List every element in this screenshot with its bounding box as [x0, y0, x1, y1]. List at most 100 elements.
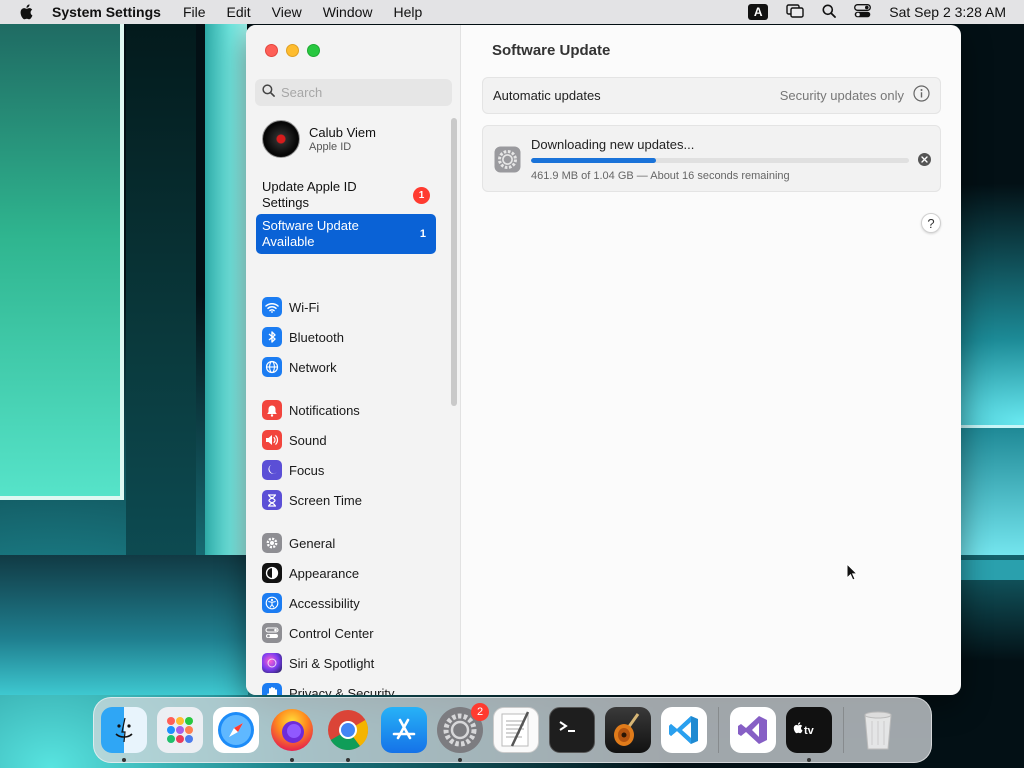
sidebar-item-sound[interactable]: Sound [262, 428, 327, 452]
wallpaper-shape [960, 560, 1024, 580]
dock-launchpad[interactable] [157, 707, 203, 753]
sidebar-item-privacy-security[interactable]: Privacy & Security [262, 681, 394, 695]
sidebar-item-update-apple-id[interactable]: Update Apple ID Settings 1 [256, 175, 436, 215]
wallpaper-shape [126, 24, 196, 564]
sidebar-item-label: Screen Time [289, 492, 362, 508]
wallpaper-shape [960, 425, 1024, 555]
dock-trash[interactable] [855, 707, 901, 753]
sidebar-item-network[interactable]: Network [262, 355, 337, 379]
input-source-icon[interactable]: A [748, 4, 769, 20]
dock-terminal[interactable] [549, 707, 595, 753]
sidebar-item-bluetooth[interactable]: Bluetooth [262, 325, 344, 349]
sidebar-item-label: Sound [289, 432, 327, 448]
dock-garageband[interactable] [605, 707, 651, 753]
apple-tv-icon: tv [793, 722, 815, 737]
apple-menu-icon[interactable] [0, 4, 52, 20]
running-indicator [290, 758, 294, 762]
launchpad-icon [167, 717, 193, 743]
sidebar-item-label: Wi-Fi [289, 299, 320, 315]
dock-separator [718, 707, 719, 753]
gear-icon [262, 533, 282, 553]
appearance-icon [262, 563, 282, 583]
dock-chrome[interactable] [325, 707, 371, 762]
menu-edit[interactable]: Edit [227, 4, 251, 20]
automatic-updates-label: Automatic updates [493, 88, 601, 103]
running-indicator [458, 758, 462, 762]
dock-visual-studio[interactable] [730, 707, 776, 753]
wallpaper-shape [205, 24, 247, 614]
visual-studio-icon [738, 716, 767, 744]
dock-app-store[interactable] [381, 707, 427, 753]
download-progress-card: Downloading new updates... 461.9 MB of 1… [482, 125, 941, 192]
account-name: Calub Viem [309, 125, 376, 140]
mouse-cursor [846, 562, 859, 586]
sidebar-item-screen-time[interactable]: Screen Time [262, 488, 362, 512]
sidebar-item-control-center[interactable]: Control Center [262, 621, 374, 645]
sidebar-item-appearance[interactable]: Appearance [262, 561, 359, 585]
screen-mirroring-icon[interactable] [786, 3, 804, 21]
menu-clock[interactable]: Sat Sep 2 3:28 AM [889, 4, 1006, 20]
bluetooth-icon [262, 327, 282, 347]
dock-firefox[interactable] [269, 707, 315, 762]
hourglass-icon [262, 490, 282, 510]
info-icon[interactable] [913, 84, 930, 107]
wallpaper-shape [0, 555, 248, 695]
sidebar-item-focus[interactable]: Focus [262, 458, 324, 482]
dock-separator [843, 707, 844, 753]
dock-textedit[interactable] [493, 707, 539, 753]
sidebar-item-label: Notifications [289, 402, 360, 418]
menu-bar: System Settings File Edit View Window He… [0, 0, 1024, 24]
control-center-icon [262, 623, 282, 643]
avatar [262, 120, 300, 158]
moon-icon [262, 460, 282, 480]
sidebar-item-label: Network [289, 359, 337, 375]
sidebar-item-label: Privacy & Security [289, 685, 395, 696]
chrome-icon [328, 710, 368, 750]
menu-file[interactable]: File [183, 4, 206, 20]
running-indicator [807, 758, 811, 762]
finder-icon [115, 717, 133, 743]
app-store-icon [392, 718, 416, 740]
sidebar-item-general[interactable]: General [262, 531, 335, 555]
download-title: Downloading new updates... [531, 137, 695, 152]
notification-badge: 1 [413, 186, 430, 204]
apple-id-account[interactable]: Calub Viem Apple ID [262, 120, 376, 158]
close-button[interactable] [265, 44, 278, 57]
guitar-icon [614, 713, 640, 746]
dock-system-settings[interactable]: 2 [437, 703, 489, 762]
dock-apple-tv[interactable]: tv [786, 707, 832, 762]
minimize-button[interactable] [286, 44, 299, 57]
control-center-icon[interactable] [854, 3, 872, 21]
menu-app-name[interactable]: System Settings [52, 4, 161, 20]
cancel-download-icon[interactable] [918, 153, 931, 166]
dock-vscode[interactable] [661, 707, 707, 753]
download-status: 461.9 MB of 1.04 GB — About 16 seconds r… [531, 170, 790, 182]
menu-window[interactable]: Window [323, 4, 373, 20]
sidebar-item-notifications[interactable]: Notifications [262, 398, 360, 422]
search-field[interactable] [255, 79, 452, 106]
wifi-icon [262, 297, 282, 317]
dock-safari[interactable] [213, 707, 259, 753]
search-input[interactable] [281, 85, 441, 100]
menu-help[interactable]: Help [394, 4, 423, 20]
help-button[interactable]: ? [921, 213, 941, 233]
sidebar-item-label: General [289, 535, 336, 551]
sidebar-item-software-update[interactable]: Software Update Available 1 [256, 214, 436, 254]
dock-finder[interactable] [101, 707, 147, 762]
speaker-icon [262, 430, 282, 450]
window-controls [265, 44, 320, 57]
sidebar-item-siri-spotlight[interactable]: Siri & Spotlight [262, 651, 374, 675]
svg-text:tv: tv [804, 725, 815, 737]
siri-icon [262, 653, 282, 673]
sidebar-scrollbar[interactable] [451, 118, 457, 406]
menu-view[interactable]: View [272, 4, 302, 20]
account-subtitle: Apple ID [309, 141, 352, 153]
sidebar-item-accessibility[interactable]: Accessibility [262, 591, 360, 615]
sidebar: Calub Viem Apple ID Update Apple ID Sett… [246, 25, 461, 695]
sidebar-item-wifi[interactable]: Wi-Fi [262, 295, 319, 319]
software-update-gear-icon [494, 146, 521, 173]
spotlight-search-icon[interactable] [822, 4, 837, 21]
zoom-button[interactable] [307, 44, 320, 57]
sidebar-item-label: Appearance [289, 565, 360, 581]
sidebar-item-label: Focus [289, 462, 325, 478]
